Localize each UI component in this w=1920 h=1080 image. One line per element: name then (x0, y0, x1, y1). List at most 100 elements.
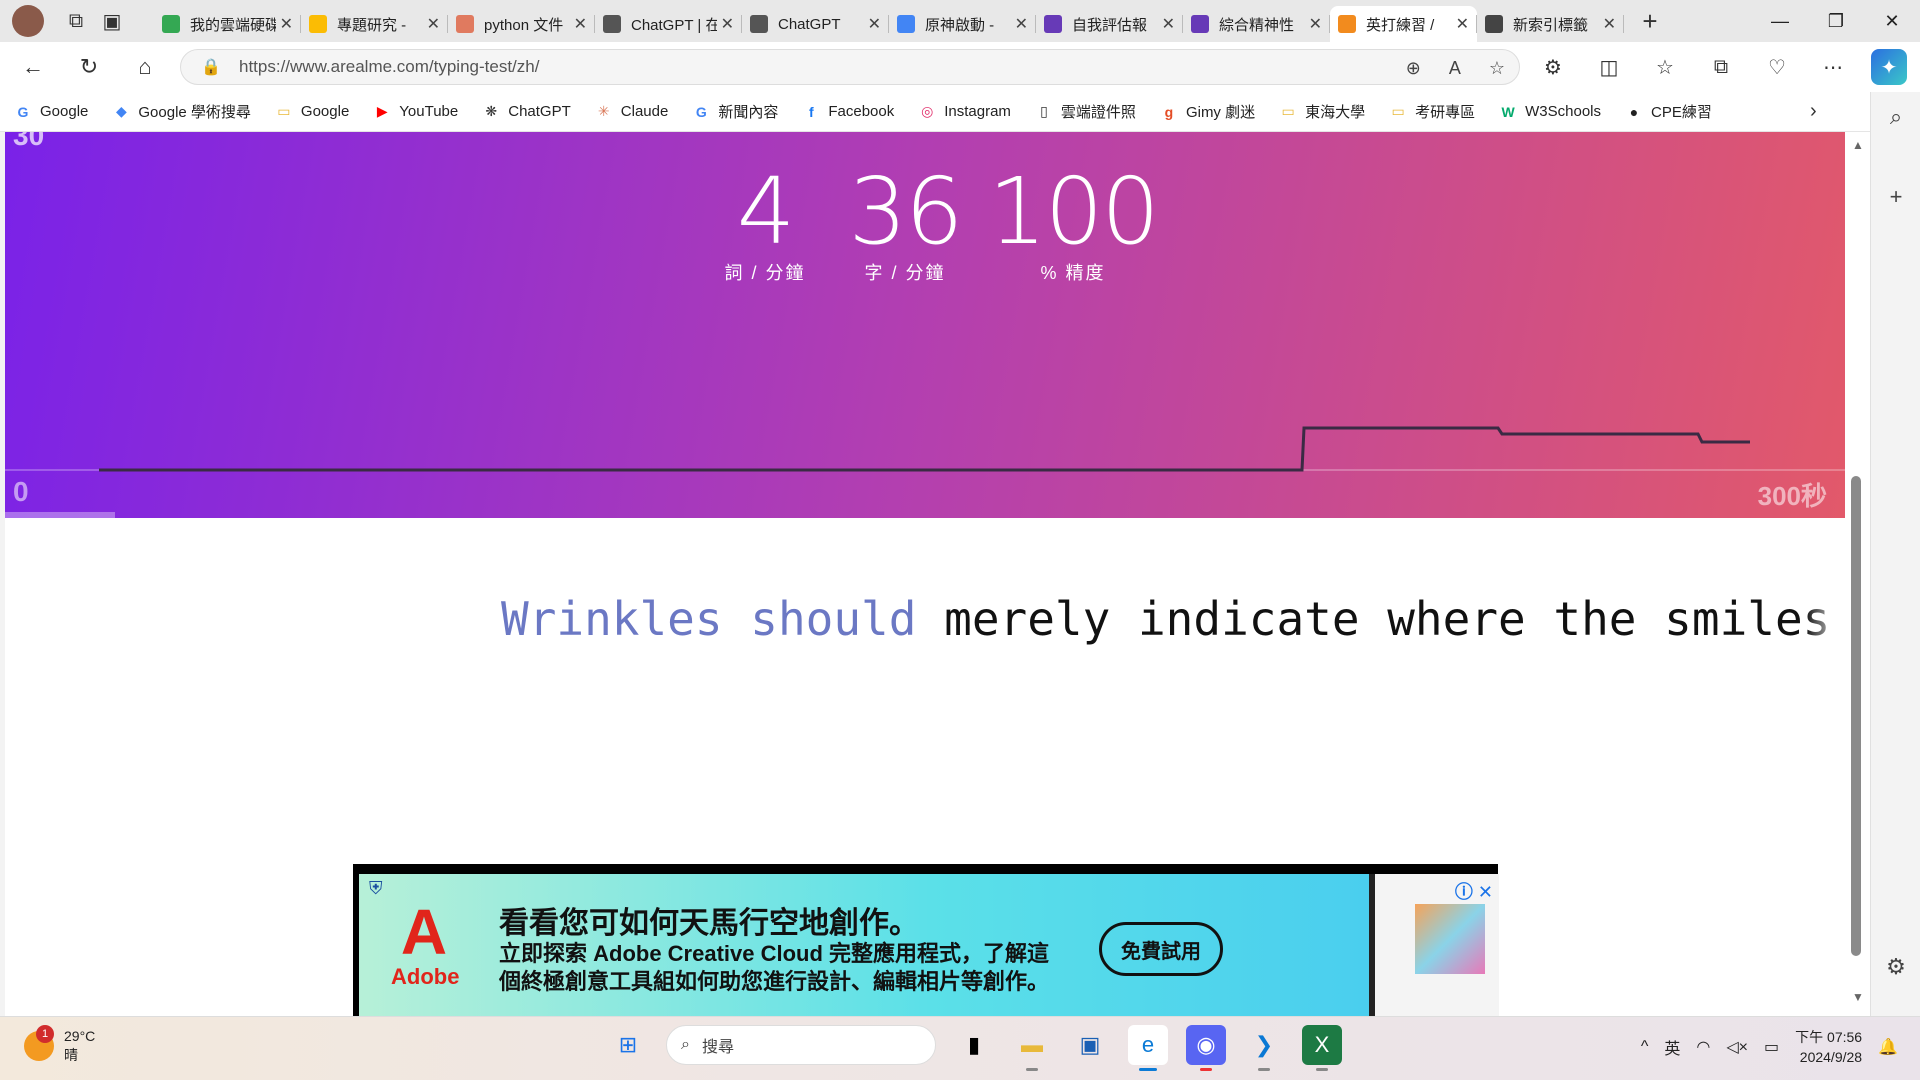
tab-label: 新索引標籤 (1513, 16, 1589, 34)
split-screen-icon[interactable]: ◫ (1591, 49, 1627, 85)
browser-tab[interactable]: 專題研究 - ✕ (301, 6, 448, 42)
ad-body[interactable]: ⛨ A Adobe 看看您可如何天馬行空地創作。 立即探索 Adobe Crea… (359, 874, 1499, 1016)
scroll-up-arrow-icon[interactable]: ▲ (1852, 138, 1864, 152)
browser-tab[interactable]: 新索引標籤 ✕ (1477, 6, 1624, 42)
collections-icon[interactable]: ⧉ (1703, 49, 1739, 85)
tab-close-icon[interactable]: ✕ (868, 14, 881, 34)
url-text[interactable]: https://www.arealme.com/typing-test/zh/ (239, 57, 539, 77)
tab-close-icon[interactable]: ✕ (1309, 14, 1322, 34)
read-aloud-icon[interactable]: A (1449, 58, 1461, 79)
bookmark-icon: ◎ (921, 103, 934, 119)
tab-label: 英打練習 / (1366, 16, 1435, 34)
tab-close-icon[interactable]: ✕ (1015, 14, 1028, 34)
bookmark-item[interactable]: ▭ 東海大學 (1279, 101, 1365, 122)
bookmark-item[interactable]: G Google (14, 103, 89, 121)
tab-close-icon[interactable]: ✕ (280, 14, 293, 34)
scroll-down-arrow-icon[interactable]: ▼ (1852, 990, 1864, 1004)
bookmark-item[interactable]: ▶ YouTube (373, 103, 458, 121)
bookmark-item[interactable]: ▭ 考研專區 (1389, 101, 1476, 122)
ad-cta-button[interactable]: 免費試用 (1099, 922, 1223, 976)
bookmark-item[interactable]: f Facebook (802, 103, 894, 121)
address-bar[interactable]: 🔒 https://www.arealme.com/typing-test/zh… (180, 49, 1520, 85)
browser-tab[interactable]: 原神啟動 - ✕ (889, 6, 1036, 42)
zoom-icon[interactable]: ⊕ (1406, 58, 1421, 79)
file-explorer-icon[interactable]: ▬ (1012, 1025, 1052, 1071)
adobe-ad-banner[interactable]: ⛨ A Adobe 看看您可如何天馬行空地創作。 立即探索 Adobe Crea… (353, 864, 1499, 1016)
sidebar-settings-icon[interactable]: ⚙ (1871, 942, 1920, 992)
window-controls: — ❐ ✕ (1752, 0, 1920, 42)
browser-tab[interactable]: ChatGPT ✕ (742, 6, 889, 42)
tab-close-icon[interactable]: ✕ (1162, 14, 1175, 34)
tab-close-icon[interactable]: ✕ (574, 14, 587, 34)
bookmark-item[interactable]: g Gimy 劇迷 (1160, 101, 1255, 122)
bookmark-label: ChatGPT (508, 103, 571, 120)
tab-bar: ⧉ ▣ 我的雲端硬碟 ✕ 專題研究 - ✕ python 文件 ✕ ChatGPT | 在 ✕… (0, 0, 1920, 42)
speaker-muted-icon[interactable]: ◁× (1726, 1037, 1748, 1057)
extensions-icon[interactable]: ⚙ (1535, 49, 1571, 85)
ad-close-icon[interactable]: ⓘ ✕ (1455, 878, 1493, 904)
bookmark-item[interactable]: ▯ 雲端證件照 (1035, 101, 1136, 122)
edge-browser-icon[interactable]: e (1128, 1025, 1168, 1071)
refresh-button[interactable]: ↻ (66, 47, 112, 87)
clock[interactable]: 下午 07:56 2024/9/28 (1795, 1027, 1862, 1067)
browser-essentials-icon[interactable]: ♡ (1759, 49, 1795, 85)
close-window-button[interactable]: ✕ (1864, 0, 1920, 42)
lock-icon[interactable]: 🔒 (191, 57, 231, 77)
tray-overflow-chevron-icon[interactable]: ^ (1641, 1038, 1649, 1056)
copilot-icon[interactable]: ✦ (1871, 49, 1907, 85)
tab-close-icon[interactable]: ✕ (1603, 14, 1616, 34)
bookmark-item[interactable]: ❋ ChatGPT (482, 103, 571, 121)
tab-close-icon[interactable]: ✕ (1456, 14, 1469, 34)
bookmark-icon: ▭ (277, 103, 291, 119)
ad-brand-text: Adobe (391, 964, 460, 989)
tab-close-icon[interactable]: ✕ (721, 14, 734, 34)
favorite-star-icon[interactable]: ☆ (1489, 58, 1505, 79)
more-options-icon[interactable]: ⋯ (1815, 49, 1851, 85)
bookmark-item[interactable]: W W3Schools (1499, 103, 1601, 121)
bookmark-item[interactable]: ● CPE練習 (1625, 101, 1712, 122)
profile-avatar[interactable] (12, 5, 44, 37)
browser-tab[interactable]: 自我評估報 ✕ (1036, 6, 1183, 42)
browser-tab[interactable]: python 文件 ✕ (448, 6, 595, 42)
browser-tab[interactable]: 我的雲端硬碟 ✕ (154, 6, 301, 42)
weather-widget[interactable]: 1 29°C 晴 (24, 1025, 95, 1065)
favorites-icon[interactable]: ☆ (1647, 49, 1683, 85)
battery-icon[interactable]: ▭ (1764, 1037, 1779, 1057)
back-button[interactable]: ← (10, 47, 56, 87)
bookmark-icon: ● (1629, 103, 1639, 120)
new-tab-button[interactable]: + (1630, 3, 1670, 39)
bookmark-item[interactable]: ▭ Google (275, 103, 349, 121)
taskbar-search[interactable]: ⌕ 搜尋 (666, 1025, 936, 1065)
workspaces-icon[interactable]: ⧉ (58, 3, 94, 39)
remote-desktop-icon[interactable]: ▣ (1070, 1025, 1110, 1065)
wifi-icon[interactable]: ◠ (1696, 1037, 1710, 1057)
bookmark-item[interactable]: ◎ Instagram (918, 103, 1011, 121)
browser-tab[interactable]: 綜合精神性 ✕ (1183, 6, 1330, 42)
browser-tab[interactable]: 英打練習 / ✕ (1330, 6, 1477, 42)
bookmark-label: Google 學術搜尋 (138, 104, 251, 121)
page-scrollbar[interactable]: ▲ ▼ (1845, 132, 1870, 1016)
sidebar-search-icon[interactable]: ⌕ (1871, 92, 1920, 142)
home-button[interactable]: ⌂ (122, 47, 168, 87)
bookmark-item[interactable]: G 新聞內容 (692, 101, 778, 122)
tab-close-icon[interactable]: ✕ (427, 14, 440, 34)
vscode-icon[interactable]: ❯ (1244, 1025, 1284, 1071)
ime-indicator[interactable]: 英 (1664, 1035, 1680, 1059)
excel-icon[interactable]: X (1302, 1025, 1342, 1071)
minimize-button[interactable]: — (1752, 0, 1808, 42)
address-bar-icons: ⊕ A ☆ (1406, 50, 1505, 86)
bookmark-icon: ❋ (485, 103, 498, 119)
discord-icon[interactable]: ◉ (1186, 1025, 1226, 1071)
vertical-tabs-icon[interactable]: ▣ (94, 3, 130, 39)
browser-tab[interactable]: ChatGPT | 在 ✕ (595, 6, 742, 42)
typing-text-line[interactable]: Wrinkles should merely indicate where th… (501, 592, 1845, 646)
restore-button[interactable]: ❐ (1808, 0, 1864, 42)
task-view-icon[interactable]: ▮ (954, 1025, 994, 1065)
start-button-icon[interactable]: ⊞ (608, 1025, 648, 1065)
bookmark-item[interactable]: ✳ Claude (595, 103, 668, 121)
bookmark-item[interactable]: ◆ Google 學術搜尋 (112, 101, 251, 122)
sidebar-add-icon[interactable]: + (1871, 172, 1920, 222)
scrollbar-thumb[interactable] (1851, 476, 1861, 956)
edge-sidebar: ⌕ + ⚙ (1870, 92, 1920, 1016)
notification-bell-icon[interactable]: 🔔 (1878, 1037, 1898, 1057)
